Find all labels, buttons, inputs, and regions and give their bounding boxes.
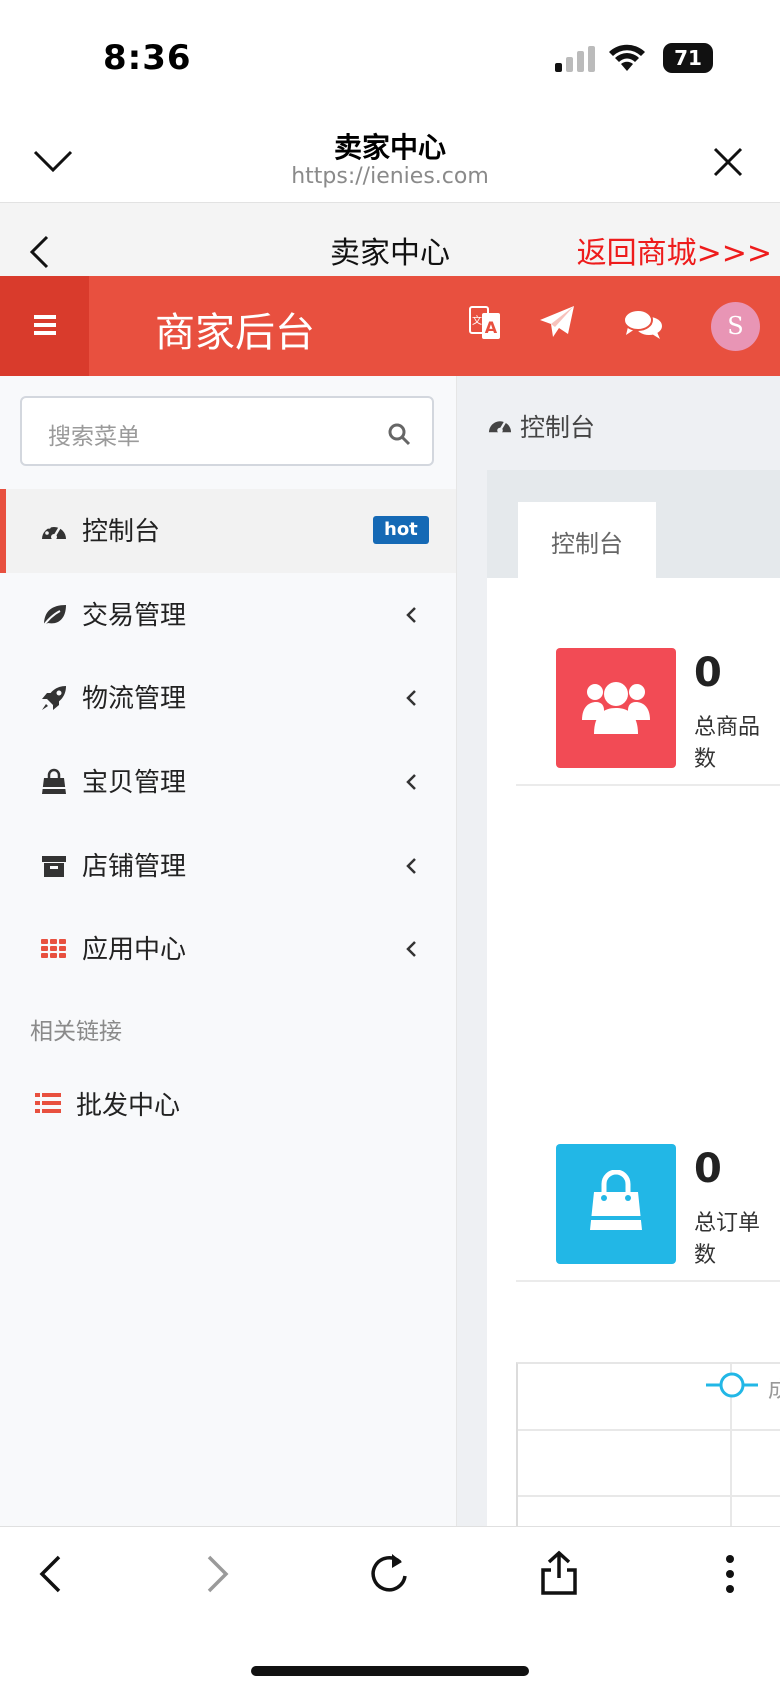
- wifi-icon: [608, 43, 646, 73]
- back-icon[interactable]: [38, 1554, 62, 1594]
- sidebar-item-label: 店铺管理: [82, 852, 187, 882]
- translate-icon[interactable]: A文: [468, 305, 502, 341]
- chevron-left-icon: [404, 771, 418, 793]
- sidebar-item-trade[interactable]: 交易管理: [0, 573, 456, 657]
- dashboard-icon: [487, 412, 513, 436]
- list-icon: [34, 1091, 62, 1115]
- menu-search-input[interactable]: 搜索菜单: [20, 396, 434, 466]
- tab-label: 控制台: [551, 530, 623, 558]
- forward-icon[interactable]: [206, 1554, 230, 1594]
- hamburger-button[interactable]: [0, 276, 89, 376]
- comments-icon[interactable]: [623, 308, 663, 340]
- return-to-mall-link[interactable]: 返回商城>>>: [577, 228, 772, 272]
- brand-title: 商家后台: [155, 310, 315, 356]
- sidebar-link-wholesale[interactable]: 批发中心: [0, 1063, 456, 1147]
- admin-header: [0, 276, 780, 376]
- sidebar-item-store[interactable]: 店铺管理: [0, 824, 456, 908]
- sidebar-link-label: 批发中心: [76, 1091, 181, 1121]
- tab-dashboard[interactable]: 控制台: [518, 502, 656, 578]
- stat-label: 总订单数: [694, 1211, 761, 1268]
- search-placeholder: 搜索菜单: [48, 424, 140, 450]
- active-indicator: [0, 489, 6, 573]
- more-icon[interactable]: [725, 1554, 735, 1594]
- dashboard-icon: [40, 517, 68, 545]
- archive-icon: [40, 852, 68, 880]
- chevron-left-icon: [404, 687, 418, 709]
- sidebar-item-apps[interactable]: 应用中心: [0, 907, 456, 991]
- chevron-left-icon: [404, 938, 418, 960]
- signal-icon: [555, 46, 595, 72]
- browser-url[interactable]: https://ienies.com: [0, 164, 780, 189]
- shopping-bag-icon: [40, 768, 68, 796]
- status-time: 8:36: [103, 38, 192, 78]
- hot-badge: hot: [373, 516, 429, 544]
- breadcrumb: 控制台: [520, 413, 596, 442]
- sidebar-item-label: 物流管理: [82, 684, 187, 714]
- chart-area: 成: [516, 1362, 780, 1528]
- svg-text:A: A: [485, 318, 498, 337]
- sidebar-item-label: 宝贝管理: [82, 768, 187, 798]
- chart-legend-label[interactable]: 成: [768, 1372, 780, 1404]
- related-links-heading: 相关链接: [30, 1019, 122, 1045]
- rocket-icon: [40, 684, 68, 712]
- stat-card-orders: 0 总订单数: [516, 1102, 780, 1282]
- hamburger-icon: [34, 314, 56, 336]
- sidebar-item-logistics[interactable]: 物流管理: [0, 656, 456, 740]
- shopping-bag-icon: [586, 1170, 646, 1234]
- stat-value: 0: [694, 650, 722, 696]
- home-indicator: [251, 1666, 529, 1676]
- stat-label: 总商品数: [694, 715, 761, 772]
- chevron-left-icon: [404, 855, 418, 877]
- legend-line-icon[interactable]: [706, 1370, 758, 1400]
- paper-plane-icon[interactable]: [538, 304, 576, 340]
- stat-icon-box: [556, 648, 676, 768]
- sidebar-item-label: 控制台: [82, 517, 161, 547]
- sidebar-item-label: 交易管理: [82, 601, 187, 631]
- svg-text:文: 文: [472, 314, 482, 327]
- stat-card-products: 0 总商品数: [516, 606, 780, 786]
- close-icon[interactable]: [712, 146, 744, 178]
- users-icon: [582, 676, 650, 740]
- stat-value: 0: [694, 1146, 722, 1192]
- search-icon[interactable]: [387, 422, 411, 446]
- reload-icon[interactable]: [370, 1552, 410, 1596]
- avatar[interactable]: S: [711, 302, 760, 351]
- battery-indicator: 71: [663, 43, 713, 73]
- stat-icon-box: [556, 1144, 676, 1264]
- chevron-left-icon: [404, 604, 418, 626]
- sidebar-item-dashboard[interactable]: 控制台 hot: [0, 489, 456, 573]
- leaf-icon: [40, 601, 68, 629]
- grid-icon: [40, 935, 68, 963]
- sidebar-item-products[interactable]: 宝贝管理: [0, 740, 456, 824]
- browser-title: 卖家中心: [333, 131, 446, 164]
- sidebar-item-label: 应用中心: [82, 935, 187, 965]
- share-icon[interactable]: [540, 1550, 578, 1596]
